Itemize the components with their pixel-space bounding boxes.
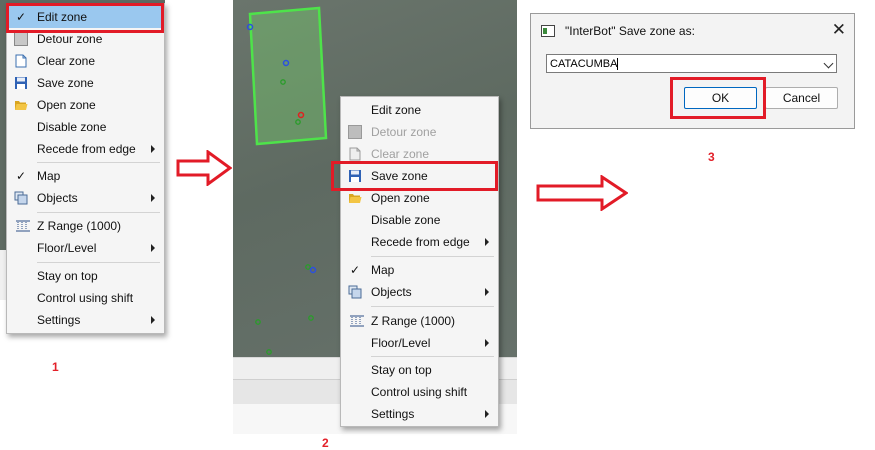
menu-separator	[37, 162, 160, 163]
step-label-2: 2	[322, 436, 329, 450]
document-icon	[349, 147, 361, 161]
zone-marker	[266, 349, 272, 355]
menu1-z-range[interactable]: Z Range (1000)	[7, 215, 164, 237]
window-icon	[541, 25, 555, 37]
dialog-title: "InterBot" Save zone as:	[565, 24, 695, 38]
zone-marker	[309, 266, 317, 274]
zone-marker	[308, 315, 314, 321]
cancel-button[interactable]: Cancel	[765, 87, 838, 109]
menu2-map[interactable]: ✓ Map	[341, 259, 498, 281]
submenu-arrow-icon	[151, 194, 155, 202]
submenu-arrow-icon	[151, 145, 155, 153]
menu-separator	[371, 356, 494, 357]
zone-marker	[255, 319, 261, 325]
close-icon[interactable]: ✕	[832, 20, 846, 40]
menu-separator	[371, 306, 494, 307]
objects-icon	[14, 191, 28, 205]
submenu-arrow-icon	[151, 316, 155, 324]
menu-separator	[371, 256, 494, 257]
menu2-disable-zone[interactable]: Disable zone	[341, 209, 498, 231]
submenu-arrow-icon	[485, 288, 489, 296]
menu2-edit-zone[interactable]: Edit zone	[341, 99, 498, 121]
menu1-open-zone[interactable]: Open zone	[7, 94, 164, 116]
zone-polygon	[248, 6, 328, 146]
zone-name-value: CATACUMBA	[550, 58, 618, 70]
menu1-clear-zone[interactable]: Clear zone	[7, 50, 164, 72]
submenu-arrow-icon	[485, 238, 489, 246]
objects-icon	[348, 285, 362, 299]
menu-separator	[37, 212, 160, 213]
menu2-settings[interactable]: Settings	[341, 403, 498, 425]
detour-zone-icon	[348, 125, 362, 139]
submenu-arrow-icon	[485, 339, 489, 347]
document-icon	[15, 54, 27, 68]
check-icon: ✓	[350, 263, 361, 277]
text-caret	[617, 58, 619, 71]
menu2-stay-on-top[interactable]: Stay on top	[341, 359, 498, 381]
highlight-box-edit-zone	[6, 3, 164, 33]
folder-open-icon	[349, 194, 362, 203]
submenu-arrow-icon	[151, 244, 155, 252]
menu2-control-using-shift[interactable]: Control using shift	[341, 381, 498, 403]
menu1-save-zone[interactable]: Save zone	[7, 72, 164, 94]
menu2-floor-level[interactable]: Floor/Level	[341, 332, 498, 354]
menu1-floor-level[interactable]: Floor/Level	[7, 237, 164, 259]
zone-marker	[305, 264, 311, 270]
submenu-arrow-icon	[485, 410, 489, 418]
arrow-right-icon	[536, 175, 628, 211]
zone-name-input[interactable]: CATACUMBA	[546, 54, 837, 73]
arrow-right-icon	[176, 150, 232, 186]
context-menu-2: Edit zone Detour zone Clear zone Save zo…	[340, 96, 499, 427]
detour-zone-icon	[14, 32, 28, 46]
z-range-icon	[350, 315, 364, 327]
menu1-recede-from-edge[interactable]: Recede from edge	[7, 138, 164, 160]
chevron-down-icon[interactable]	[823, 58, 834, 69]
menu2-recede-from-edge[interactable]: Recede from edge	[341, 231, 498, 253]
folder-open-icon	[15, 101, 28, 110]
menu-separator	[37, 262, 160, 263]
menu2-detour-zone[interactable]: Detour zone	[341, 121, 498, 143]
floppy-disk-icon	[15, 77, 27, 89]
menu2-z-range[interactable]: Z Range (1000)	[341, 310, 498, 332]
menu1-map[interactable]: ✓ Map	[7, 165, 164, 187]
check-icon: ✓	[16, 169, 27, 183]
menu1-objects[interactable]: Objects	[7, 187, 164, 209]
menu1-settings[interactable]: Settings	[7, 309, 164, 331]
highlight-box-save-zone	[331, 161, 498, 191]
highlight-box-ok	[670, 77, 766, 119]
context-menu-1: ✓ Edit zone Detour zone Clear zone Save …	[6, 3, 165, 334]
step-label-1: 1	[52, 360, 59, 374]
z-range-icon	[16, 220, 30, 232]
menu1-stay-on-top[interactable]: Stay on top	[7, 265, 164, 287]
menu1-disable-zone[interactable]: Disable zone	[7, 116, 164, 138]
menu1-control-using-shift[interactable]: Control using shift	[7, 287, 164, 309]
menu2-objects[interactable]: Objects	[341, 281, 498, 303]
step-label-3: 3	[708, 150, 715, 164]
